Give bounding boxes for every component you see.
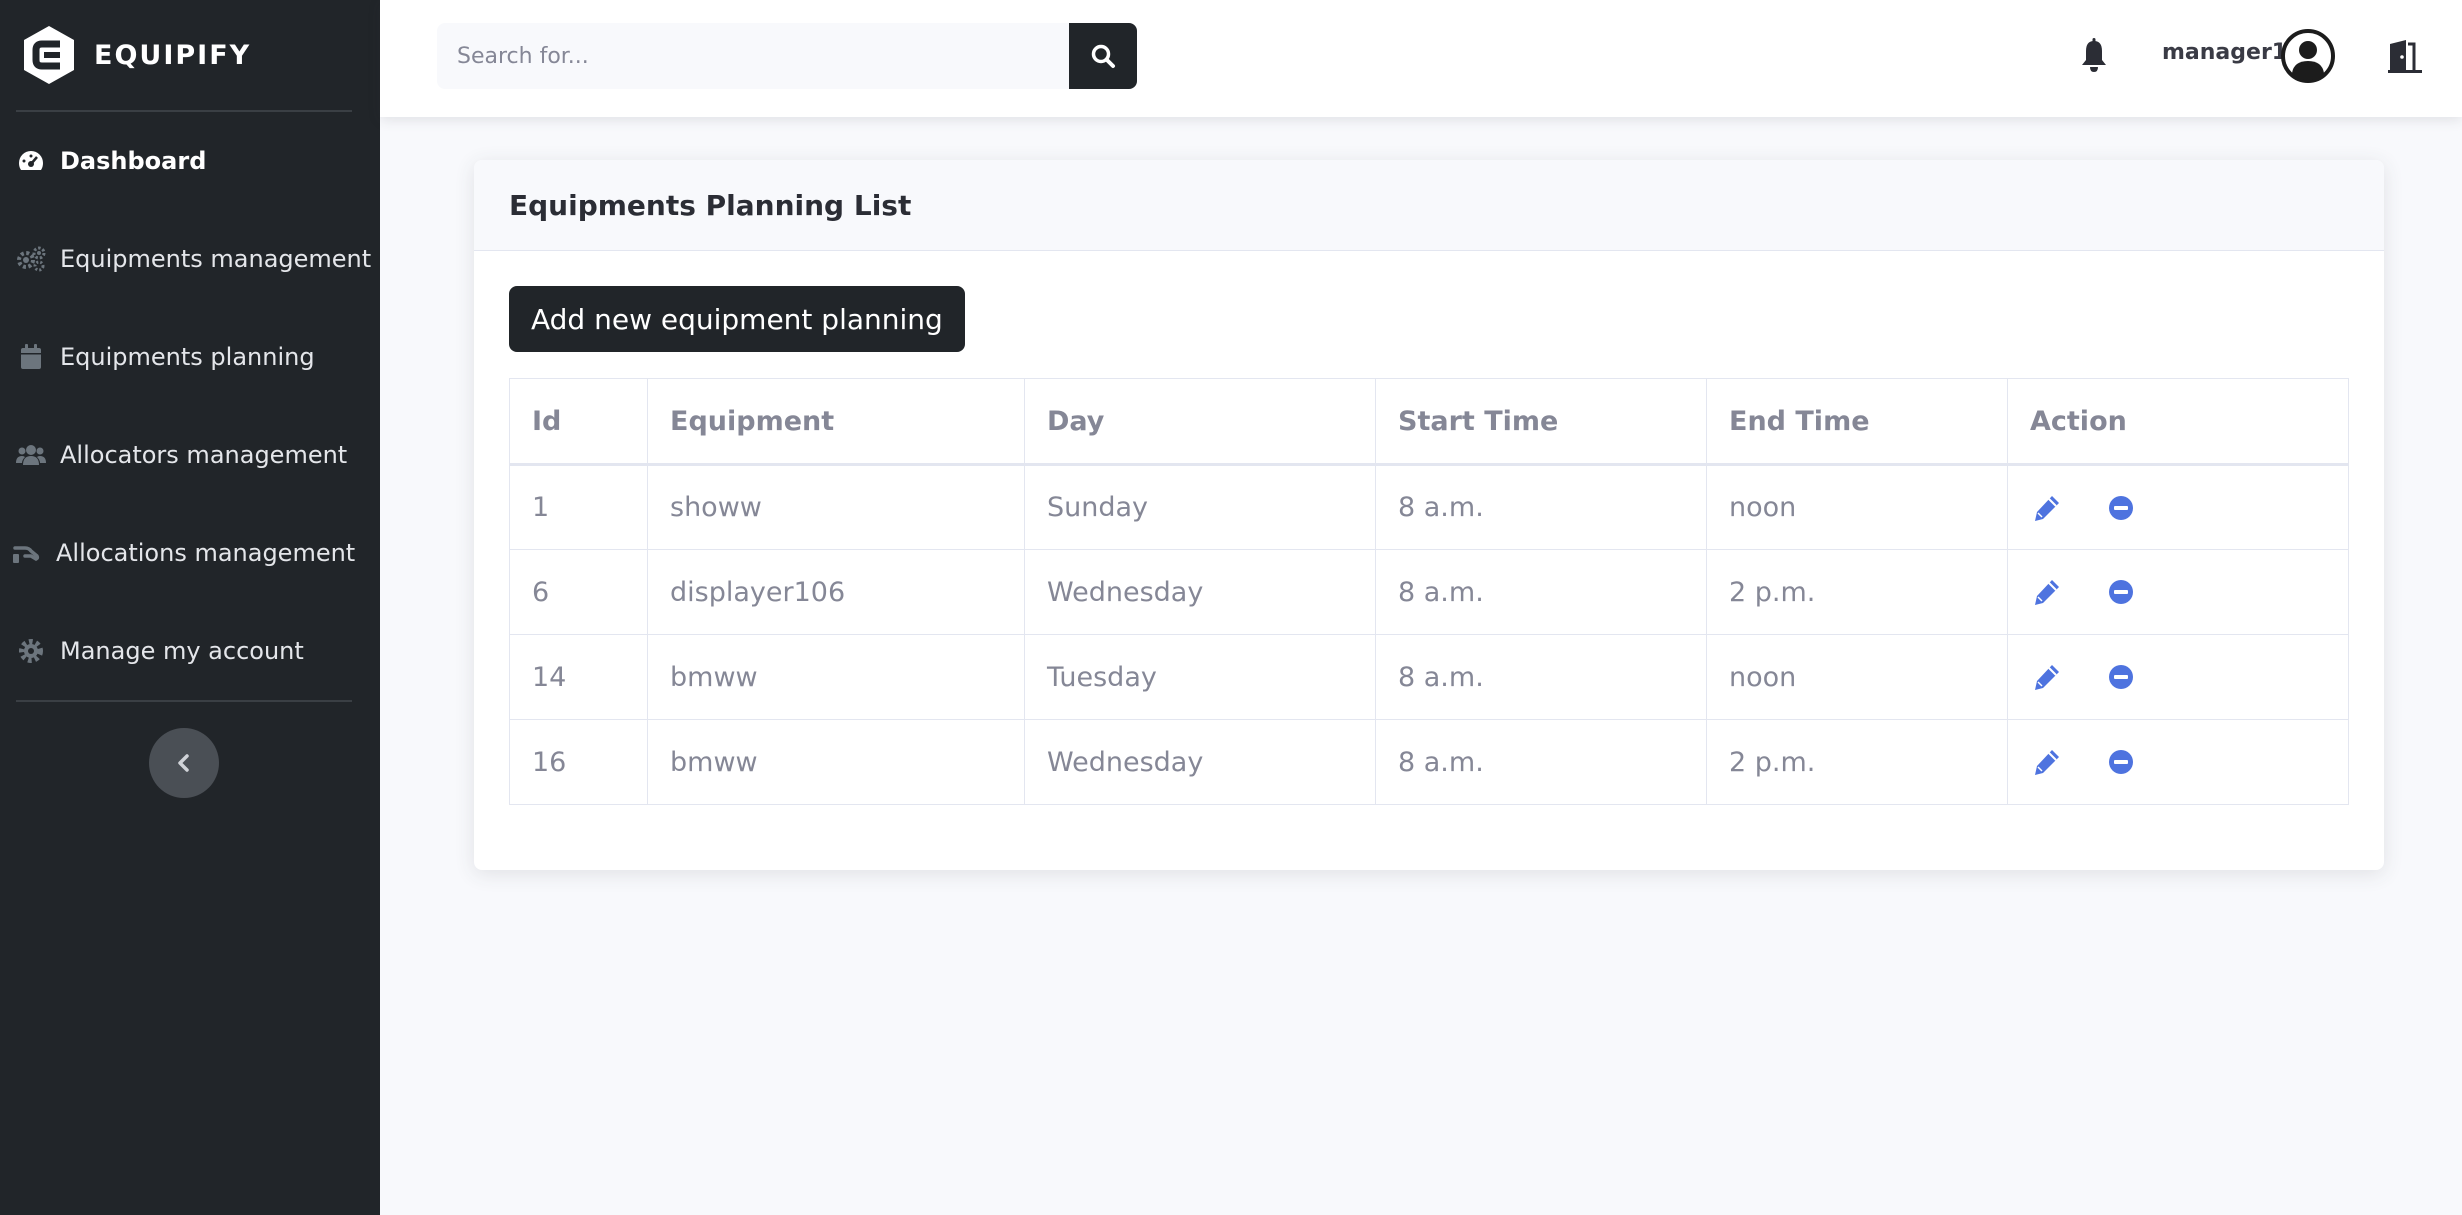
column-header-equipment[interactable]: Equipment [647,378,1025,466]
cell-equipment: bmww [647,634,1025,720]
cell-start-time: 8 a.m. [1375,549,1707,635]
cell-day: Wednesday [1024,549,1376,635]
sidebar-item-label: Allocators management [60,441,348,469]
cell-end-time: noon [1706,634,2008,720]
cell-id: 6 [509,549,648,635]
sidebar: EQUIPIFY Dashboard Equipments management… [0,0,380,1215]
cell-start-time: 8 a.m. [1375,634,1707,720]
card-header: Equipments Planning List [474,160,2384,251]
sidebar-toggle-button[interactable] [149,728,219,798]
table-row: 6 displayer106 Wednesday 8 a.m. 2 p.m. [509,549,2349,635]
cell-id: 14 [509,634,648,720]
cell-id: 16 [509,719,648,805]
sidebar-item-manage-account[interactable]: Manage my account [16,621,304,681]
cell-start-time: 8 a.m. [1375,464,1707,550]
sidebar-item-equipments-management[interactable]: Equipments management [16,229,371,289]
cell-id: 1 [509,464,648,550]
sidebar-divider [16,700,352,702]
search-input[interactable] [437,23,1069,89]
edit-button[interactable] [2030,660,2064,694]
cell-day: Sunday [1024,464,1376,550]
logout-door-icon[interactable] [2386,38,2424,74]
pencil-icon [2035,665,2059,690]
cell-end-time: 2 p.m. [1706,549,2008,635]
pencil-icon [2035,750,2059,775]
add-planning-button[interactable]: Add new equipment planning [509,286,965,352]
column-header-id[interactable]: Id [509,378,648,466]
brand-name: EQUIPIFY [94,39,252,71]
cell-start-time: 8 a.m. [1375,719,1707,805]
column-header-end-time[interactable]: End Time [1706,378,2008,466]
table-row: 14 bmww Tuesday 8 a.m. noon [509,634,2349,720]
search-form [437,23,1137,89]
edit-button[interactable] [2030,491,2064,525]
column-header-action: Action [2007,378,2349,466]
cell-actions [2007,464,2349,550]
cell-end-time: 2 p.m. [1706,719,2008,805]
minus-circle-icon [2109,665,2133,689]
sidebar-divider [16,110,352,112]
sidebar-item-dashboard[interactable]: Dashboard [16,131,206,191]
cell-equipment: displayer106 [647,549,1025,635]
table-row: 1 showw Sunday 8 a.m. noon [509,464,2349,550]
minus-circle-icon [2109,750,2133,774]
users-icon [16,440,46,470]
delete-button[interactable] [2104,745,2138,779]
sidebar-item-label: Equipments planning [60,343,315,371]
minus-circle-icon [2109,495,2133,520]
planning-table: Id Equipment Day Start Time End Time Act… [509,378,2349,805]
username[interactable]: manager1 [2162,40,2287,65]
topbar: manager1 [380,0,2462,117]
planning-list-card: Equipments Planning List Add new equipme… [474,160,2384,870]
sidebar-item-equipments-planning[interactable]: Equipments planning [16,327,315,387]
sidebar-item-allocators-management[interactable]: Allocators management [16,425,347,485]
sidebar-item-label: Dashboard [60,147,207,175]
bell-icon[interactable] [2078,38,2110,74]
table-header-row: Id Equipment Day Start Time End Time Act… [509,378,2349,466]
delete-button[interactable] [2104,491,2138,525]
search-button[interactable] [1069,23,1137,89]
brand-logo-icon [24,26,74,84]
gears-icon [16,244,46,274]
table-row: 16 bmww Wednesday 8 a.m. 2 p.m. [509,719,2349,805]
column-header-start-time[interactable]: Start Time [1375,378,1707,466]
cell-actions [2007,719,2349,805]
gauge-icon [16,146,46,176]
sidebar-item-label: Allocations management [56,539,356,567]
delete-button[interactable] [2104,660,2138,694]
chevron-left-icon [178,754,189,772]
gear-icon [16,636,46,666]
cell-day: Wednesday [1024,719,1376,805]
card-title: Equipments Planning List [509,188,912,222]
cell-day: Tuesday [1024,634,1376,720]
pencil-icon [2035,580,2059,605]
sidebar-item-label: Manage my account [60,637,304,665]
cell-equipment: showw [647,464,1025,550]
cell-equipment: bmww [647,719,1025,805]
cell-actions [2007,549,2349,635]
search-icon [1091,44,1115,68]
cell-end-time: noon [1706,464,2008,550]
brand[interactable]: EQUIPIFY [20,22,251,88]
sidebar-item-allocations-management[interactable]: Allocations management [12,523,355,583]
user-avatar-icon[interactable] [2280,28,2336,84]
sidebar-item-label: Equipments management [60,245,372,273]
edit-button[interactable] [2030,745,2064,779]
edit-button[interactable] [2030,575,2064,609]
hand-holding-icon [12,538,42,568]
calendar-icon [16,342,46,372]
delete-button[interactable] [2104,575,2138,609]
pencil-icon [2035,495,2059,521]
minus-circle-icon [2109,580,2133,604]
cell-actions [2007,634,2349,720]
column-header-day[interactable]: Day [1024,378,1376,466]
